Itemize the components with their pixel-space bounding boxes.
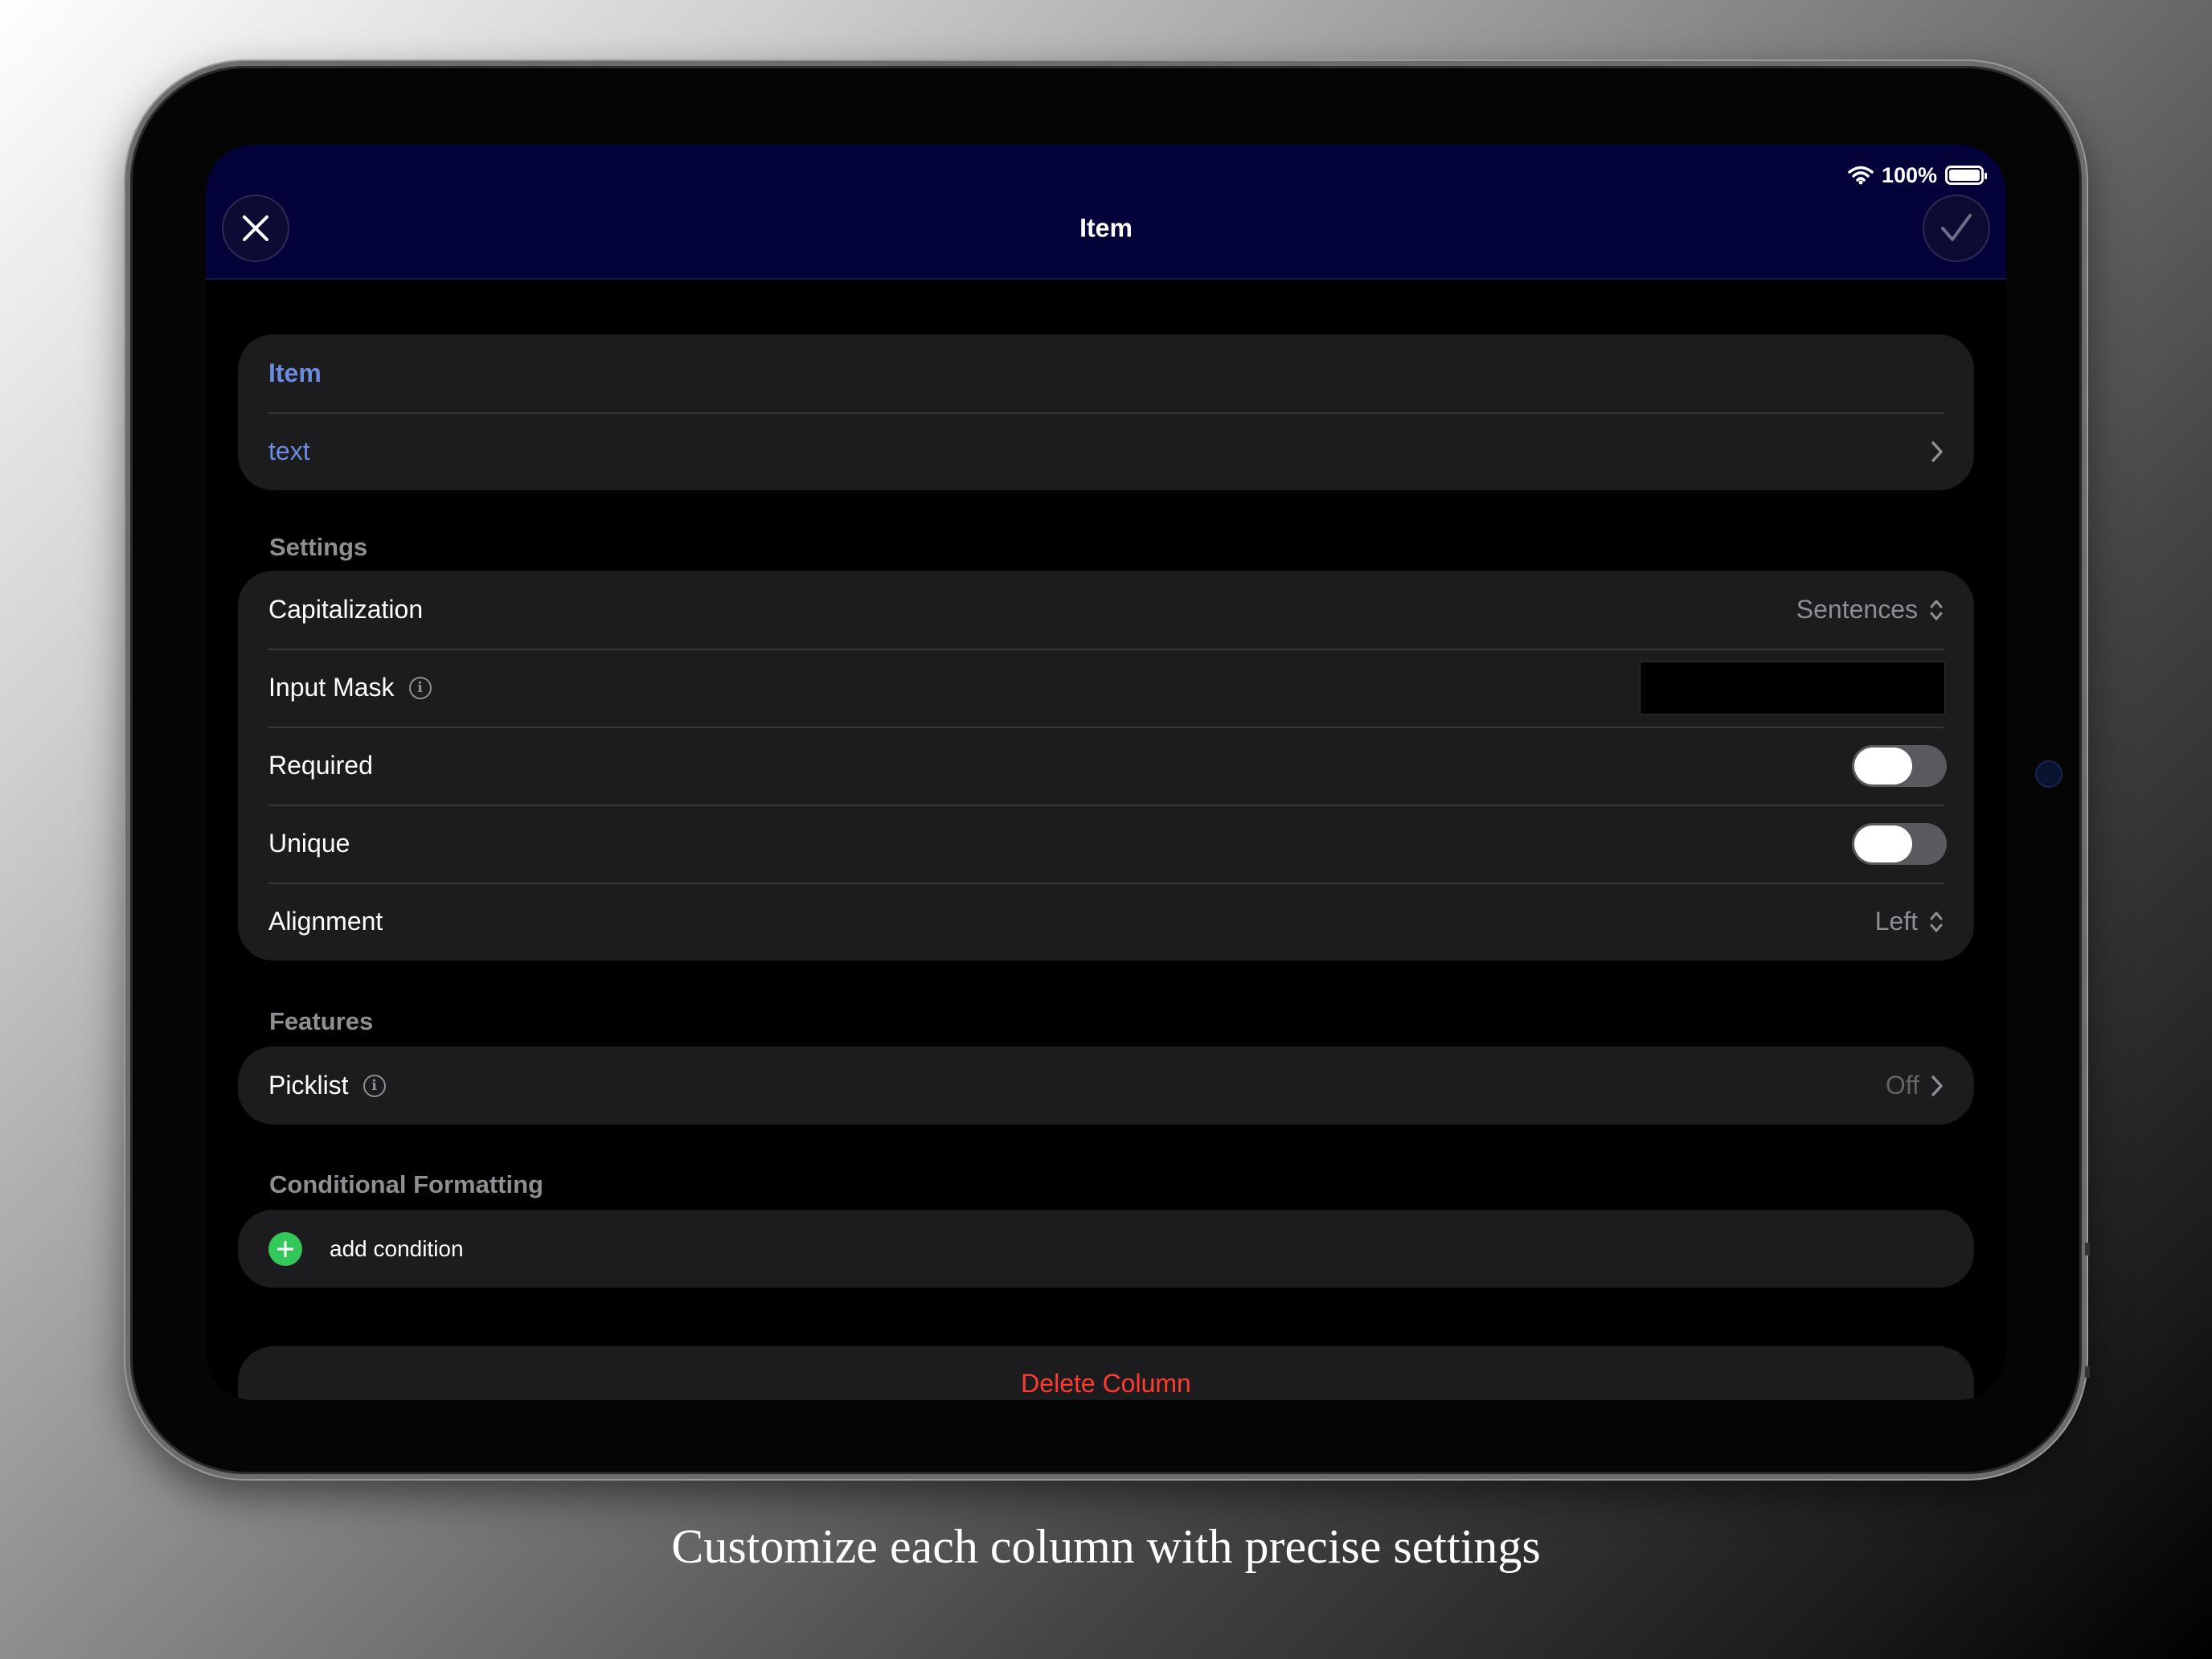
input-mask-field[interactable]: [1640, 661, 1945, 715]
picklist-accessory: Off: [1886, 1071, 1944, 1100]
checkmark-icon: [1941, 214, 1972, 241]
battery-icon: [1945, 166, 1987, 185]
input-mask-label: Input Mask: [268, 673, 395, 702]
info-icon[interactable]: i: [363, 1074, 386, 1097]
picklist-row[interactable]: Picklist i Off: [238, 1047, 1974, 1124]
settings-section-label: Settings: [269, 533, 368, 561]
chevron-up-down-icon: [1930, 911, 1943, 932]
add-condition-label: add condition: [330, 1235, 464, 1261]
wifi-icon: [1848, 166, 1874, 185]
alignment-picker[interactable]: Left: [1875, 907, 1944, 936]
alignment-value: Left: [1874, 907, 1918, 936]
column-type-value: text: [268, 436, 310, 465]
features-group: Picklist i Off: [238, 1047, 1974, 1124]
front-camera: [2035, 760, 2062, 788]
column-name-field[interactable]: Item: [238, 334, 1974, 412]
conditional-formatting-section-label: Conditional Formatting: [269, 1170, 543, 1198]
settings-group: Capitalization Sentences Input Mask i Re…: [238, 571, 1974, 961]
delete-group: Delete Column: [238, 1346, 1974, 1400]
page-title: Item: [1079, 213, 1133, 243]
side-button-bottom: [2085, 1366, 2090, 1378]
unique-label: Unique: [268, 829, 350, 858]
alignment-row[interactable]: Alignment Left: [238, 883, 1974, 961]
confirm-button[interactable]: [1923, 195, 1990, 262]
info-icon[interactable]: i: [408, 676, 432, 699]
side-button-top: [2085, 1243, 2090, 1256]
capitalization-row[interactable]: Capitalization Sentences: [238, 571, 1974, 649]
column-name-group: Item text: [238, 334, 1974, 490]
required-label: Required: [268, 751, 373, 780]
features-section-label: Features: [269, 1007, 374, 1035]
unique-row: Unique: [238, 805, 1974, 883]
navigation-bar: 100% Item: [206, 145, 2006, 280]
conditional-formatting-group: add condition: [238, 1210, 1974, 1288]
add-condition-button[interactable]: add condition: [238, 1210, 1974, 1288]
chevron-up-down-icon: [1930, 600, 1943, 620]
required-row: Required: [238, 727, 1974, 805]
column-type-accessory: [1931, 440, 1944, 463]
status-bar: 100%: [1848, 161, 1987, 190]
required-toggle[interactable]: [1852, 744, 1947, 787]
delete-column-button[interactable]: Delete Column: [1021, 1369, 1191, 1400]
plus-circle-icon: [268, 1231, 302, 1266]
alignment-label: Alignment: [268, 907, 383, 936]
chevron-right-icon: [1931, 440, 1943, 462]
input-mask-row: Input Mask i: [238, 649, 1974, 727]
marketing-caption: Customize each column with precise setti…: [671, 1520, 1541, 1573]
column-type-row[interactable]: text: [238, 412, 1974, 490]
picklist-value: Off: [1885, 1071, 1919, 1100]
battery-percent: 100%: [1881, 162, 1937, 187]
picklist-label: Picklist: [268, 1071, 349, 1100]
column-name-value: Item: [268, 358, 322, 387]
capitalization-label: Capitalization: [268, 595, 424, 624]
unique-toggle[interactable]: [1852, 822, 1947, 865]
app-screen: 100% Item Item text Settings Capitalizat…: [206, 145, 2006, 1400]
capitalization-value: Sentences: [1796, 595, 1918, 624]
capitalization-picker[interactable]: Sentences: [1796, 595, 1944, 625]
chevron-right-icon: [1931, 1075, 1943, 1096]
